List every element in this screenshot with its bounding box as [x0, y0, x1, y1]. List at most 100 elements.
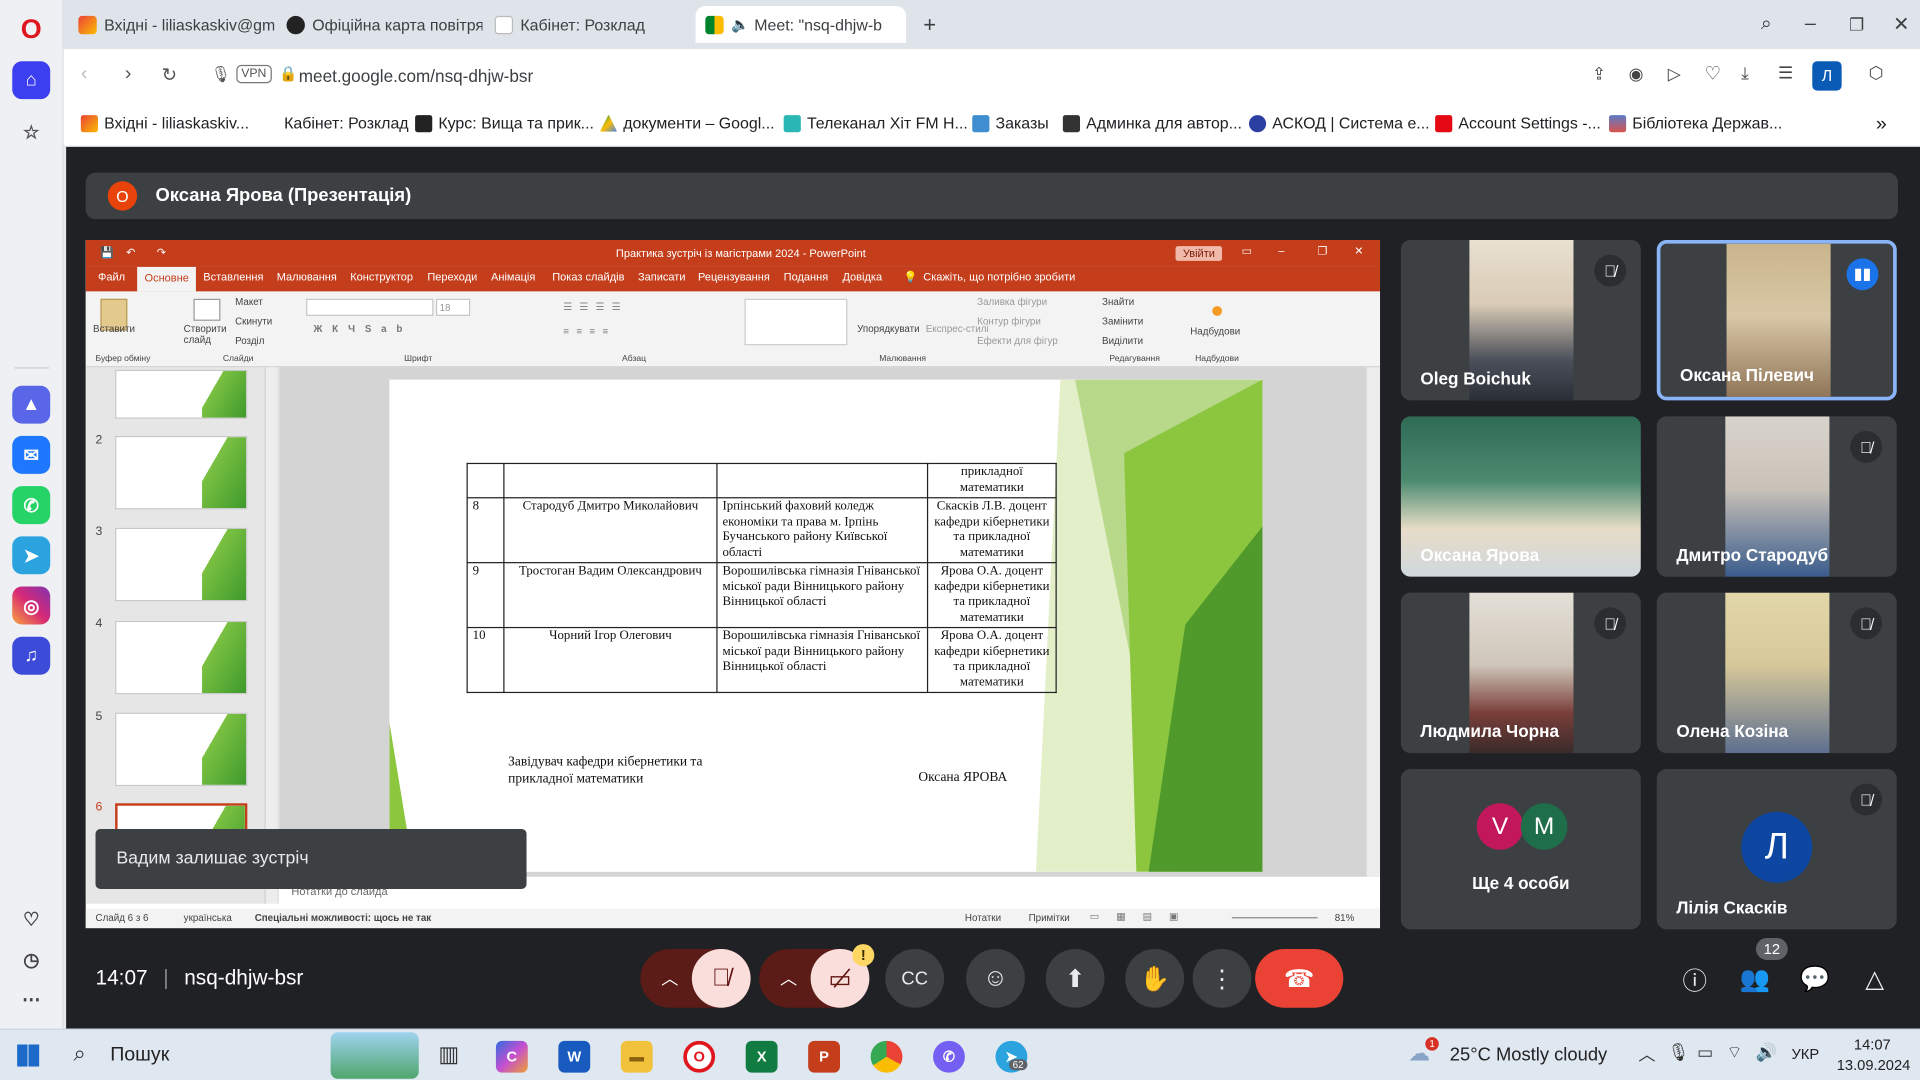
tray-mic-icon[interactable]: 🎙	[1668, 1042, 1690, 1063]
tab-alert-map[interactable]: Офіційна карта повітряна	[277, 6, 482, 43]
clock-time[interactable]: 14:07	[1854, 1036, 1891, 1053]
captions-button[interactable]: CC	[885, 948, 945, 1008]
tell-me-field[interactable]: Скажіть, що потрібно зробити	[923, 271, 1075, 283]
align-buttons[interactable]: ≡≡≡≡	[563, 326, 615, 337]
extensions-icon[interactable]: ⬡	[1869, 62, 1884, 83]
opera-taskbar-icon[interactable]: O	[683, 1040, 716, 1073]
participant-tile[interactable]: 🎙̸ Людмила Чорна	[1400, 592, 1641, 754]
bookmark-item[interactable]: Курс: Вища та прик...	[415, 114, 594, 132]
home-icon[interactable]: ⌂	[12, 61, 51, 100]
menu-file[interactable]: Файл	[98, 271, 125, 283]
present-button[interactable]: ⬆	[1045, 948, 1105, 1008]
thumbs-scrollbar[interactable]	[264, 367, 277, 904]
bookmark-item[interactable]: Админка для автор...	[1062, 114, 1242, 132]
volume-icon[interactable]: 🔊	[1756, 1042, 1777, 1063]
wifi-icon[interactable]: ⌔	[1727, 1042, 1743, 1064]
font-name-field[interactable]	[306, 298, 434, 316]
slide-thumbnail[interactable]	[115, 620, 248, 695]
participant-tile[interactable]: 🎙̸ Oleg Boichuk	[1400, 240, 1641, 401]
video-options-chevron-icon[interactable]: ︿	[759, 949, 818, 1008]
font-size-field[interactable]: 18	[435, 298, 471, 316]
menu-draw[interactable]: Малювання	[277, 271, 337, 283]
tray-chevron-icon[interactable]: ︿	[1638, 1042, 1655, 1066]
file-explorer-icon[interactable]: ▬	[620, 1040, 653, 1073]
task-view-icon[interactable]: ▥	[438, 1042, 459, 1068]
share-icon[interactable]: ⇪	[1592, 64, 1606, 85]
bookmark-item[interactable]: Бібліотека Держав...	[1608, 114, 1782, 132]
history-icon[interactable]: ◷	[12, 940, 50, 978]
minimize-icon[interactable]: –	[1795, 6, 1825, 43]
taskbar-search[interactable]: Пошук	[110, 1044, 169, 1066]
notes-button[interactable]: Нотатки	[965, 912, 1001, 923]
others-tile[interactable]: V M Ще 4 особи	[1400, 768, 1641, 930]
url-field[interactable]: meet.google.com/nsq-dhjw-bsr	[299, 59, 1560, 93]
bookmark-item[interactable]: Вхідні - liliaskaskiv...	[80, 114, 249, 132]
zoom-level[interactable]: 81%	[1335, 912, 1355, 923]
menu-transitions[interactable]: Переходи	[427, 271, 477, 283]
arrange-button[interactable]: Упорядкувати	[857, 323, 919, 334]
bookmark-item[interactable]: Телеканал Хіт FM Н...	[783, 114, 968, 132]
addins-button[interactable]: Надбудови	[1190, 326, 1240, 337]
emoji-button[interactable]: ☺	[966, 948, 1025, 1008]
player-icon[interactable]: ♫	[12, 636, 51, 675]
more-icon[interactable]: ⋯	[12, 980, 50, 1018]
messenger-icon[interactable]: ✉	[12, 435, 51, 474]
shape-outline-button[interactable]: Контур фігури	[977, 316, 1041, 327]
reset-button[interactable]: Скинути	[235, 316, 272, 327]
slide-thumbnail[interactable]	[115, 435, 248, 510]
bookmark-item[interactable]: Заказы	[972, 114, 1049, 132]
word-icon[interactable]: W	[558, 1040, 591, 1073]
microphone-icon[interactable]: 🎙	[211, 65, 231, 85]
more-options-button[interactable]: ⋮	[1192, 948, 1252, 1008]
section-button[interactable]: Розділ	[235, 336, 264, 347]
close-icon[interactable]: ✕	[1883, 6, 1919, 43]
shape-effects-button[interactable]: Ефекти для фігур	[977, 336, 1058, 347]
vpn-badge[interactable]: VPN	[236, 64, 272, 84]
aria-icon[interactable]: ▲	[12, 385, 51, 424]
battery-icon[interactable]: ▭	[1697, 1042, 1713, 1063]
layout-button[interactable]: Макет	[235, 296, 263, 307]
signin-button[interactable]: Увійти	[1175, 246, 1223, 261]
activities-icon[interactable]: △	[1845, 949, 1904, 1008]
opera-logo-icon[interactable]: O	[12, 10, 50, 48]
replace-button[interactable]: Замінити	[1102, 316, 1143, 327]
tab-schedule[interactable]: Кабінет: Розклад	[485, 6, 693, 43]
participant-tile[interactable]: 🎙̸ Дмитро Стародуб	[1656, 416, 1897, 577]
menu-design[interactable]: Конструктор	[350, 271, 413, 283]
download-icon[interactable]: ⤓	[1741, 62, 1749, 83]
paragraph-buttons[interactable]: ☰☰☰☰	[563, 301, 628, 312]
meeting-details-icon[interactable]: ⓘ	[1665, 949, 1724, 1008]
more-bookmarks-icon[interactable]: »	[1876, 114, 1887, 136]
forward-icon[interactable]: ›	[125, 64, 132, 86]
participant-tile[interactable]: 🎙̸ Олена Козіна	[1656, 592, 1897, 754]
slide-thumbnail[interactable]	[115, 527, 248, 602]
bookmark-item[interactable]: документи – Googl...	[600, 114, 775, 132]
profile-avatar[interactable]: Л	[1812, 61, 1842, 91]
leave-call-button[interactable]: ☎	[1255, 948, 1344, 1008]
tab-meet[interactable]: 🔈 Meet: "nsq-dhjw-b	[695, 6, 907, 43]
font-format-buttons[interactable]: ЖКЧSab	[313, 323, 412, 334]
audio-options-chevron-icon[interactable]: ︿	[640, 949, 699, 1008]
menu-review[interactable]: Рецензування	[698, 271, 770, 283]
powerpoint-icon[interactable]: P	[808, 1040, 841, 1073]
speed-dial-icon[interactable]: ☆	[12, 113, 50, 151]
telegram-icon[interactable]: ➤	[12, 536, 51, 575]
maximize-icon[interactable]: ❐	[1839, 6, 1874, 43]
zoom-slider[interactable]	[1231, 917, 1318, 919]
windows-start-icon[interactable]	[17, 1044, 40, 1067]
new-slide-button[interactable]: Створити слайд	[184, 323, 231, 345]
mic-toggle-button[interactable]: 🎙̸	[691, 948, 751, 1008]
menu-insert[interactable]: Вставлення	[203, 271, 263, 283]
menu-home[interactable]: Основне	[137, 266, 197, 292]
raise-hand-button[interactable]: ✋	[1125, 948, 1185, 1008]
bookmark-item[interactable]: АСКОД | Система е...	[1248, 114, 1430, 132]
lock-icon[interactable]: 🔒	[279, 65, 297, 82]
menu-animations[interactable]: Анімація	[491, 271, 535, 283]
input-language[interactable]: УКР	[1791, 1046, 1819, 1063]
participant-tile-speaking[interactable]: ▮▮ Оксана Пілевич	[1656, 240, 1897, 401]
favorites-icon[interactable]: ♡	[12, 900, 50, 938]
menu-slideshow[interactable]: Показ слайдів	[552, 271, 624, 283]
shapes-gallery[interactable]	[744, 298, 848, 346]
chrome-icon[interactable]	[870, 1040, 903, 1073]
comments-button[interactable]: Примітки	[1029, 912, 1070, 923]
